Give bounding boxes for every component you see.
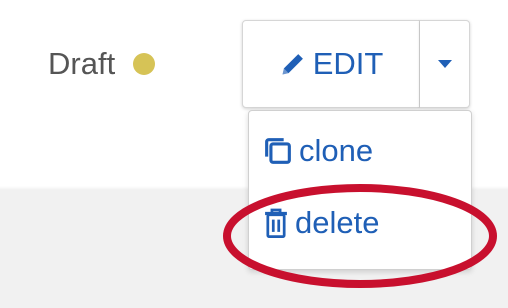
trash-icon (261, 206, 291, 240)
actions-dropdown-menu: clone delete (248, 110, 472, 270)
menu-item-delete[interactable]: delete (261, 195, 379, 251)
dropdown-toggle-button[interactable] (420, 20, 470, 108)
status-indicator: Draft (48, 40, 156, 88)
status-dot (133, 53, 156, 75)
edit-button[interactable]: EDIT (242, 20, 420, 108)
clone-icon (261, 134, 295, 168)
edit-button-group: EDIT (242, 20, 470, 108)
menu-item-delete-label: delete (295, 205, 380, 240)
menu-item-clone-label: clone (299, 133, 374, 168)
status-label: Draft (48, 46, 116, 81)
menu-item-clone[interactable]: clone (261, 123, 373, 179)
caret-down-icon (437, 60, 452, 68)
pencil-icon (279, 50, 307, 78)
edit-button-label: EDIT (312, 46, 384, 81)
